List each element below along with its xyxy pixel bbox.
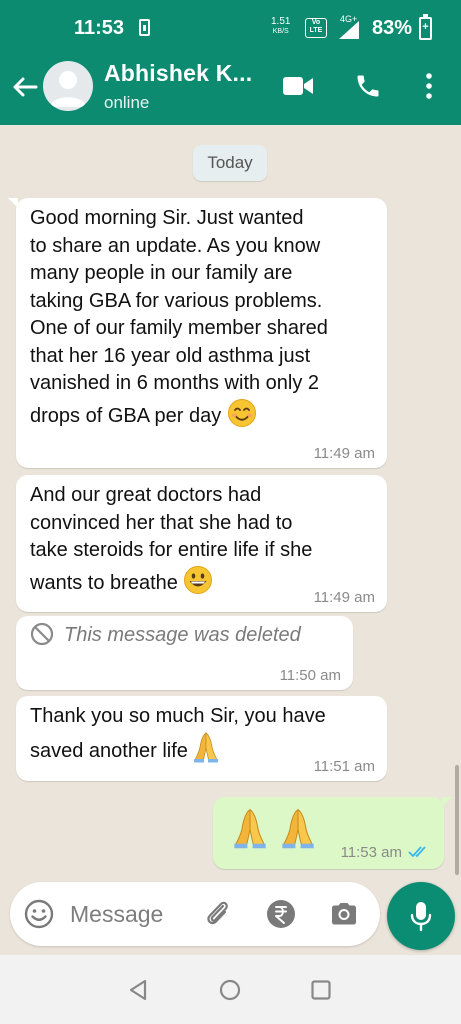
incoming-message[interactable]: Good morning Sir. Just wanted to share a… (8, 198, 387, 468)
payment-rupee-icon[interactable] (265, 898, 297, 930)
message-time: 11:50 am (279, 667, 341, 684)
status-bar: 11:53 1.51 KB/S Vo LTE 4G+ 83% (0, 0, 461, 58)
bubble-tail (442, 797, 452, 807)
message-line: Good morning Sir. Just wanted (30, 207, 304, 229)
smiling-face-emoji-icon (227, 398, 256, 427)
emoji-icon[interactable] (23, 898, 55, 930)
nav-recents-icon[interactable] (306, 975, 336, 1005)
message-text: Good morning Sir. Just wanted to share a… (30, 205, 328, 430)
message-line: Thank you so much Sir, you have (30, 705, 326, 727)
scrollbar-thumb[interactable] (455, 765, 459, 875)
voice-call-button[interactable] (350, 68, 386, 104)
back-arrow-icon[interactable] (8, 70, 42, 104)
nav-back-icon[interactable] (124, 975, 154, 1005)
camera-icon[interactable] (328, 898, 360, 930)
incoming-message[interactable]: Thank you so much Sir, you have saved an… (16, 696, 387, 781)
date-chip: Today (193, 145, 267, 181)
nav-home-icon[interactable] (215, 975, 245, 1005)
message-line-text: wants to breathe (30, 571, 178, 594)
message-line: saved another life (30, 731, 326, 766)
status-time: 11:53 (74, 17, 125, 39)
message-line: many people in our family are (30, 262, 293, 284)
message-line: vanished in 6 months with only 2 (30, 372, 320, 394)
sim-card-icon (139, 19, 150, 36)
chat-area[interactable]: Today Good morning Sir. Just wanted to s… (0, 125, 461, 955)
network-speed: 1.51 KB/S (271, 17, 290, 37)
bubble-tail (8, 198, 18, 208)
folded-hands-emoji-icon (194, 731, 219, 762)
incoming-message[interactable]: And our great doctors had convinced her … (16, 475, 387, 612)
message-line-text: saved another life (30, 739, 188, 762)
mic-icon (410, 902, 432, 932)
message-line: convinced her that she had to (30, 511, 293, 534)
message-time: 11:49 am (313, 445, 375, 462)
more-options-button[interactable] (411, 68, 447, 104)
system-navigation-bar (0, 955, 461, 1024)
message-time: 11:51 am (313, 758, 375, 775)
message-line: taking GBA for various problems. (30, 289, 323, 312)
video-call-button[interactable] (280, 68, 316, 104)
outgoing-message[interactable]: 11:53 am (213, 797, 452, 869)
message-text: Thank you so much Sir, you have saved an… (30, 703, 326, 765)
contact-status: online (104, 93, 150, 112)
battery-percent: 83% (372, 17, 413, 39)
message-emoji (233, 807, 315, 858)
network-speed-unit: KB/S (272, 28, 289, 35)
deleted-ban-icon (30, 622, 54, 646)
message-text: And our great doctors had convinced her … (30, 482, 312, 597)
network-speed-value: 1.51 (271, 16, 291, 27)
battery-charging-icon (419, 14, 432, 40)
video-call-icon (283, 77, 313, 95)
more-vertical-icon (426, 73, 432, 99)
contact-name[interactable]: Abhishek K... (104, 60, 252, 87)
message-composer[interactable]: Message (10, 882, 380, 946)
mic-button[interactable] (387, 882, 455, 950)
message-line-text: drops of GBA per day (30, 404, 222, 427)
message-line: to share an update. As you know (30, 234, 321, 257)
message-meta: 11:53 am (341, 845, 430, 860)
deleted-message[interactable]: This message was deleted 11:50 am (16, 616, 353, 690)
read-ticks-icon (408, 846, 426, 858)
deleted-notice: This message was deleted (64, 624, 301, 646)
folded-hands-emoji-icon (234, 808, 266, 849)
message-line: drops of GBA per day (30, 398, 328, 431)
attach-icon[interactable] (202, 898, 234, 930)
message-line: wants to breathe (30, 565, 312, 598)
message-line: One of our family member shared (30, 317, 328, 339)
folded-hands-emoji-icon (281, 808, 314, 849)
grinning-face-emoji-icon (184, 565, 213, 594)
avatar[interactable] (43, 61, 93, 111)
message-time: 11:53 am (340, 844, 402, 861)
volte-top: Vo (311, 19, 321, 26)
message-text: This message was deleted (30, 622, 301, 650)
chat-header: Abhishek K... online (0, 58, 461, 125)
message-line: take steroids for entire life if she (30, 539, 313, 561)
phone-icon (357, 75, 379, 97)
message-time: 11:49 am (313, 589, 375, 606)
signal-icon (339, 21, 359, 39)
volte-bottom: LTE (309, 27, 323, 34)
message-line: that her 16 year old asthma just (30, 344, 311, 367)
volte-badge: Vo LTE (305, 18, 327, 38)
avatar-icon (50, 71, 86, 107)
message-line: And our great doctors had (30, 484, 262, 506)
message-input[interactable]: Message (70, 901, 163, 928)
